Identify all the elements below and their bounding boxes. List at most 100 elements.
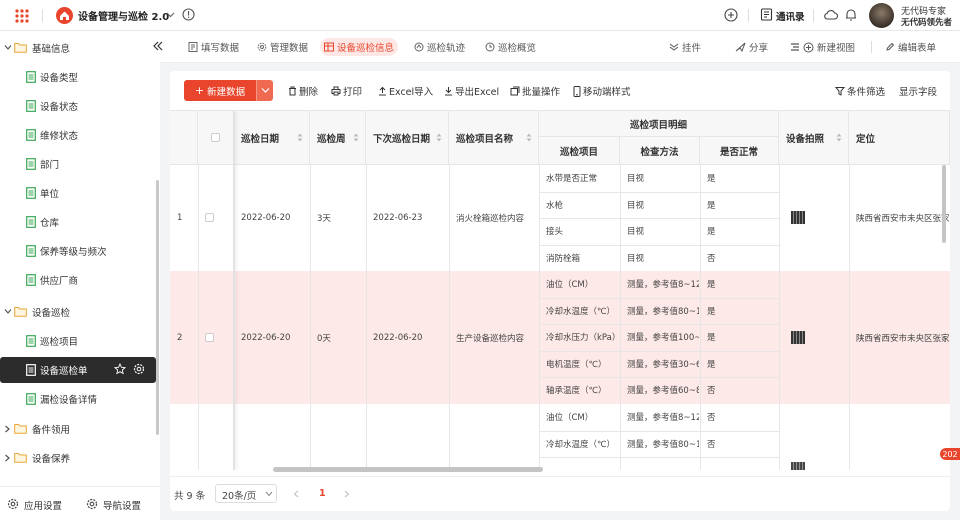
data-table: 巡检日期 巡检周 下次巡检日期 巡检项目名称 巡检项目明细 巡检项目 检查方法 是否正常 设备拍… — [170, 110, 950, 470]
header-location[interactable]: 定位 — [849, 111, 950, 165]
horizontal-scrollbar[interactable] — [273, 467, 543, 472]
filter-button[interactable]: 条件筛选 — [835, 84, 885, 98]
detail-method-cell: 测量，参考值60~80 — [627, 386, 699, 397]
sidebar-item[interactable]: 仓库 — [0, 209, 156, 235]
plus-icon: + — [194, 84, 205, 97]
share-button[interactable]: 分享 — [735, 40, 768, 54]
app-settings-link[interactable]: 应用设置 — [24, 498, 62, 512]
sidebar-scrollbar[interactable] — [156, 180, 159, 435]
sort-icon[interactable] — [526, 133, 532, 142]
cloud-icon[interactable] — [823, 8, 838, 21]
sidebar-item[interactable]: 设备巡检单 — [0, 357, 156, 383]
batch-operation-button[interactable]: 批量操作 — [510, 84, 560, 98]
header-select-all[interactable] — [198, 111, 234, 165]
sidebar-item[interactable]: 设备状态 — [0, 93, 156, 119]
edit-form-button[interactable]: 编辑表单 — [885, 40, 936, 54]
share-label: 分享 — [749, 43, 769, 54]
row-checkbox[interactable] — [205, 213, 214, 222]
tab-inspection-info[interactable]: 设备巡检信息 — [320, 38, 399, 56]
show-fields-button[interactable]: 显示字段 — [899, 84, 937, 98]
tab-inspection-overview[interactable]: 巡检概览 — [481, 38, 540, 56]
excel-import-button[interactable]: Excel导入 — [378, 84, 433, 98]
sidebar-label: 设备巡检单 — [40, 366, 88, 377]
sidebar-item[interactable]: 部门 — [0, 151, 156, 177]
sidebar-item[interactable]: 保养等级与频次 — [0, 238, 156, 264]
header-cycle[interactable]: 巡检周 — [310, 111, 366, 165]
page-size-select[interactable]: 20条/页 — [215, 484, 277, 503]
notification-badge[interactable]: 202 — [940, 448, 960, 460]
bell-icon[interactable] — [845, 8, 857, 21]
new-data-button[interactable]: + 新建数据 — [184, 80, 256, 101]
chevron-down-icon — [4, 308, 12, 315]
plugin-button[interactable]: 挂件 — [669, 40, 701, 54]
tab-manage-data[interactable]: 管理数据 — [253, 38, 312, 56]
plugin-label: 挂件 — [682, 43, 702, 54]
nav-settings-icon[interactable] — [86, 498, 98, 510]
sidebar-folder[interactable]: 备件领用 — [0, 416, 156, 442]
collapse-sidebar-icon[interactable] — [152, 40, 164, 52]
sidebar-item[interactable]: 巡检项目 — [0, 328, 156, 354]
sidebar-item[interactable]: 单位 — [0, 180, 156, 206]
device-photo-thumbnail[interactable] — [791, 330, 805, 344]
print-label: 打印 — [343, 87, 363, 98]
print-button[interactable]: 打印 — [331, 84, 362, 98]
pagination-bar: 共 9 条 20条/页 1 — [170, 476, 950, 511]
filter-icon — [835, 87, 845, 96]
tab-fill-data[interactable]: 填写数据 — [184, 38, 243, 56]
select-all-checkbox[interactable] — [211, 133, 220, 142]
row-checkbox[interactable] — [205, 332, 214, 342]
delete-label: 删除 — [299, 87, 319, 98]
header-project-name[interactable]: 巡检项目名称 — [449, 111, 539, 165]
form-icon — [188, 42, 198, 52]
tab-label: 巡检概览 — [498, 43, 537, 54]
mobile-style-button[interactable]: 移动端样式 — [573, 84, 631, 98]
device-photo-thumbnail[interactable] — [791, 462, 805, 470]
gear-icon[interactable] — [133, 363, 145, 375]
chevron-down-icon[interactable] — [166, 10, 175, 19]
sidebar-item[interactable]: 设备类型 — [0, 64, 156, 90]
app-grid-icon[interactable] — [14, 8, 30, 24]
prev-page-icon[interactable] — [293, 490, 299, 498]
sort-icon[interactable] — [353, 133, 359, 142]
device-photo-thumbnail[interactable] — [791, 211, 805, 224]
delete-button[interactable]: 删除 — [288, 84, 318, 98]
info-icon[interactable] — [182, 8, 195, 21]
contacts-label[interactable]: 通讯录 — [776, 9, 805, 23]
folder-icon — [14, 42, 27, 53]
folder-icon — [14, 423, 27, 434]
star-icon[interactable] — [114, 363, 126, 375]
user-avatar[interactable] — [869, 3, 894, 28]
current-page[interactable]: 1 — [319, 488, 326, 499]
sidebar-folder[interactable]: 设备巡检 — [0, 299, 156, 325]
add-circle-icon[interactable] — [724, 8, 738, 22]
sidebar-folder[interactable]: 设备保养 — [0, 445, 156, 471]
header-photo[interactable]: 设备拍照 — [779, 111, 849, 165]
settings-icon[interactable] — [7, 498, 19, 510]
sidebar-label: 仓库 — [40, 218, 60, 229]
new-view-button[interactable]: 新建视图 — [790, 40, 855, 54]
sidebar-item[interactable]: 漏检设备详情 — [0, 386, 156, 412]
contacts-icon[interactable] — [760, 8, 773, 21]
sort-icon[interactable] — [836, 133, 842, 142]
sort-icon[interactable] — [297, 133, 303, 142]
detail-item-cell: 冷却水温度（℃） — [546, 306, 616, 317]
header-next-date[interactable]: 下次巡检日期 — [366, 111, 449, 165]
chevron-down-icon — [261, 88, 270, 93]
app-title[interactable]: 设备管理与巡检 2.0 — [78, 8, 169, 23]
sidebar-folder[interactable]: 基础信息 — [0, 35, 156, 61]
header-date[interactable]: 巡检日期 — [234, 111, 310, 165]
sort-icon[interactable] — [436, 133, 442, 142]
sidebar-item[interactable]: 维修状态 — [0, 122, 156, 148]
app-logo-icon — [56, 7, 73, 24]
vertical-scrollbar[interactable] — [942, 165, 946, 243]
export-excel-button[interactable]: 导出Excel — [444, 84, 499, 98]
sidebar-item[interactable]: 供应厂商 — [0, 267, 156, 293]
detail-method-cell: 目视 — [627, 227, 645, 238]
show-fields-label: 显示字段 — [899, 87, 938, 98]
page-icon — [26, 335, 36, 347]
sidebar-label: 设备保养 — [32, 454, 71, 465]
new-data-dropdown[interactable] — [256, 80, 273, 101]
nav-settings-link[interactable]: 导航设置 — [103, 498, 141, 512]
next-page-icon[interactable] — [344, 490, 350, 498]
tab-inspection-route[interactable]: 巡检轨迹 — [410, 38, 469, 56]
